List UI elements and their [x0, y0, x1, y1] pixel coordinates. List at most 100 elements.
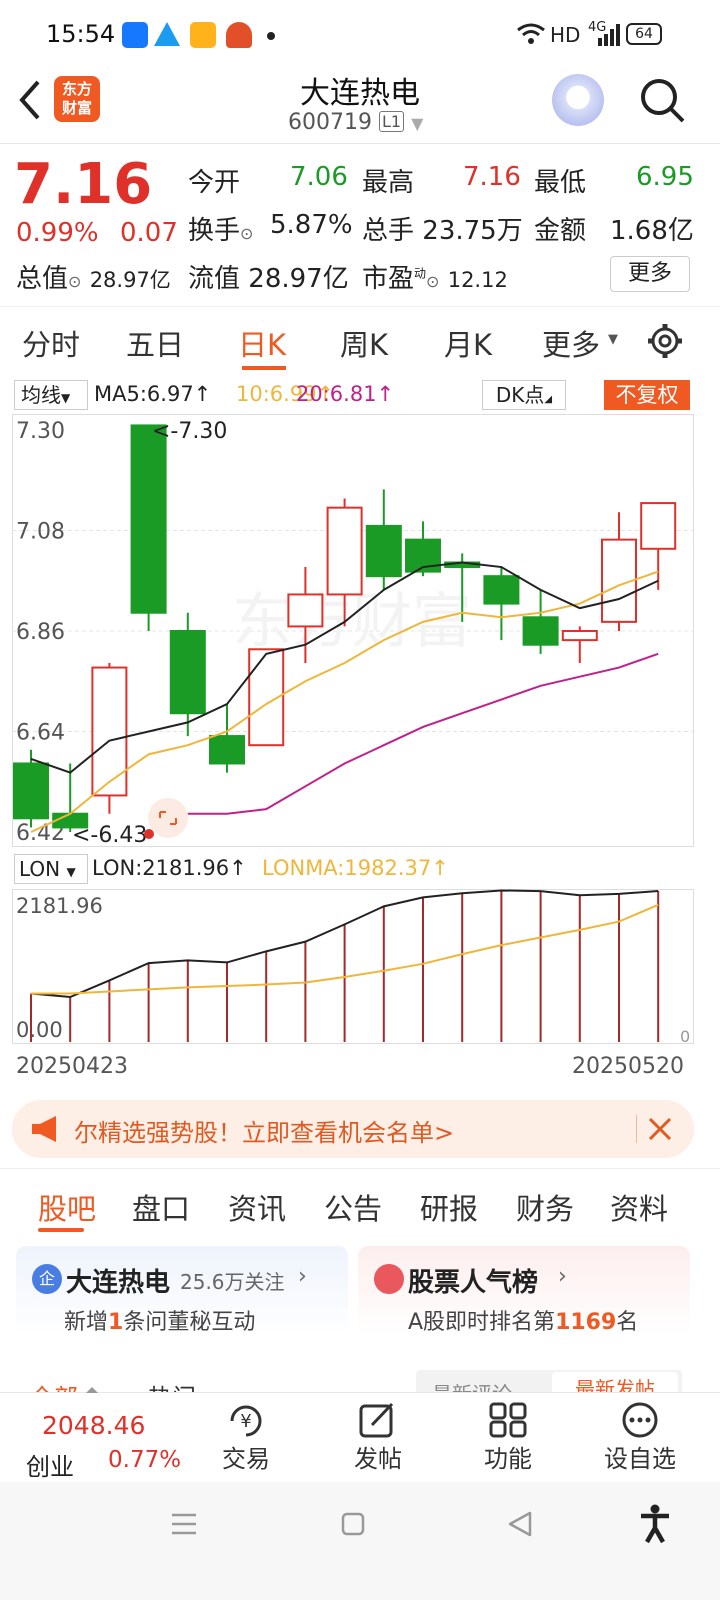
home-nav-icon[interactable]	[340, 1510, 366, 1538]
functions-label: 功能	[484, 1445, 532, 1473]
bottom-action-bar: 2048.46 创业 0.77% ¥ 交易 发帖 功能 设自选	[0, 1387, 720, 1482]
ma20-value: 20:6.81↑	[296, 382, 395, 406]
y-tick-label: 7.08	[16, 520, 65, 545]
lon-top-label: 2181.96	[16, 894, 103, 918]
accessibility-icon[interactable]	[638, 1504, 672, 1544]
candle-body	[326, 506, 363, 596]
index-change[interactable]: 0.77%	[108, 1447, 181, 1473]
float-label: 流值	[188, 264, 241, 294]
rank-sub-num: 1169	[555, 1310, 617, 1335]
trade-yen-icon: ¥	[230, 1405, 262, 1437]
menu-nav-icon[interactable]	[170, 1510, 198, 1538]
trade-label: 交易	[222, 1445, 270, 1473]
chart-settings-gear-icon[interactable]	[646, 322, 684, 360]
promo-banner[interactable]: 尔精选强势股！立即查看机会名单>	[12, 1100, 694, 1158]
min-price-label: <-6.43	[72, 823, 147, 847]
pe-dynamic-mark: 动	[414, 266, 427, 281]
candle-body	[640, 502, 677, 550]
card-sub-num: 1	[108, 1310, 124, 1335]
divider	[0, 306, 720, 307]
alipay-icon	[122, 22, 148, 48]
megaphone-icon	[32, 1116, 56, 1142]
enterprise-badge-icon: 企	[32, 1264, 62, 1294]
stock-code-selector[interactable]: 600719 L1 ▼	[288, 110, 423, 135]
more-dots-icon	[622, 1402, 658, 1438]
popularity-rank-card[interactable]: 股票人气榜 › A股即时排名第1169名	[358, 1246, 690, 1336]
info-icon: ⊙	[240, 224, 254, 243]
candle-body	[561, 630, 598, 642]
tab-period-3[interactable]: 周K	[340, 322, 388, 364]
volume-label: 总手	[362, 216, 415, 246]
low-label: 最低	[534, 168, 587, 198]
expand-chart-icon[interactable]	[148, 798, 188, 838]
open-value: 7.06	[290, 162, 348, 192]
status-bar: 15:54 HD 4G 64	[0, 0, 720, 64]
turnover-label: 换手	[188, 216, 241, 246]
chart-frame	[12, 889, 694, 1044]
telegram-icon	[154, 22, 180, 46]
index-value[interactable]: 2048.46	[42, 1411, 145, 1440]
lon-indicator-chart[interactable]: 2181.96 0.00 0	[12, 889, 694, 1044]
lonma-value: LONMA:1982.37↑	[262, 856, 449, 880]
stock-bar-card[interactable]: 企 大连热电 25.6万关注 › 新增1条问董秘互动	[16, 1246, 348, 1336]
tab-period-5[interactable]: 更多	[542, 322, 600, 364]
ma5-value: MA5:6.97↑	[94, 382, 212, 406]
banner-divider	[636, 1115, 637, 1143]
stock-name-title: 大连热电	[300, 76, 420, 111]
high-label: 最高	[362, 168, 415, 198]
open-label: 今开	[188, 168, 241, 198]
rank-chart-icon	[374, 1264, 404, 1294]
tab-content-3[interactable]: 公告	[324, 1186, 382, 1228]
post-label: 发帖	[354, 1445, 402, 1473]
tab-content-2[interactable]: 资讯	[228, 1186, 286, 1228]
mktcap-value: 28.97亿	[89, 268, 171, 292]
pe-label: 市盈	[362, 264, 415, 294]
candlestick-chart[interactable]: 东方财富7.307.086.866.646.42<-7.30<-6.43	[12, 414, 694, 847]
candle-body	[130, 424, 167, 614]
dk-point-button[interactable]: DK点◢	[482, 380, 566, 410]
tab-period-1[interactable]: 五日	[126, 322, 184, 364]
functions-button[interactable]: 功能	[468, 1401, 548, 1474]
index-name[interactable]: 创业	[26, 1447, 74, 1482]
adjust-mode-button[interactable]: 不复权	[604, 380, 690, 410]
candle-body	[365, 524, 402, 578]
search-icon[interactable]	[638, 76, 686, 124]
high-value: 7.16	[463, 162, 521, 192]
tab-content-6[interactable]: 资料	[610, 1186, 668, 1228]
tab-period-4[interactable]: 月K	[444, 322, 492, 364]
card-sub-post: 条问董秘互动	[123, 1310, 256, 1335]
chevron-down-icon: ▼	[411, 114, 424, 133]
watermark: 东方财富	[232, 588, 472, 655]
chevron-down-icon: ▼	[66, 865, 76, 879]
tab-content-0[interactable]: 股吧	[38, 1186, 96, 1228]
follower-count: 25.6万关注	[180, 1270, 285, 1294]
ma-select-label: 均线	[21, 383, 61, 407]
active-tab-indicator	[38, 1228, 84, 1232]
tab-period-2[interactable]: 日K	[238, 322, 286, 364]
corner-triangle-icon: ◢	[544, 394, 553, 405]
candle-body	[13, 762, 49, 820]
active-period-indicator	[242, 366, 286, 370]
system-navigation-bar	[0, 1482, 720, 1600]
tab-period-0[interactable]: 分时	[22, 322, 80, 364]
grid-functions-icon	[489, 1402, 527, 1438]
start-date-label: 20250423	[16, 1054, 128, 1079]
lon-select-label: LON	[19, 857, 61, 881]
lon-select[interactable]: LON ▼	[14, 854, 88, 884]
close-icon[interactable]	[648, 1117, 672, 1141]
tab-content-1[interactable]: 盘口	[132, 1186, 190, 1228]
float-value: 28.97亿	[248, 264, 349, 294]
tab-content-5[interactable]: 财务	[516, 1186, 574, 1228]
robot-assistant-icon[interactable]	[552, 74, 604, 126]
trade-button[interactable]: ¥ 交易	[206, 1401, 286, 1474]
edit-post-icon	[359, 1402, 394, 1438]
back-nav-icon[interactable]	[506, 1510, 534, 1538]
tab-content-4[interactable]: 研报	[420, 1186, 478, 1228]
add-watchlist-button[interactable]: 设自选	[598, 1401, 682, 1474]
post-button[interactable]: 发帖	[338, 1401, 418, 1474]
candle-body	[483, 575, 520, 605]
ma-select[interactable]: 均线▼	[14, 380, 88, 410]
more-quote-button[interactable]: 更多	[610, 256, 690, 292]
video-app-icon	[190, 22, 216, 48]
card-sub-pre: 新增	[64, 1310, 109, 1335]
